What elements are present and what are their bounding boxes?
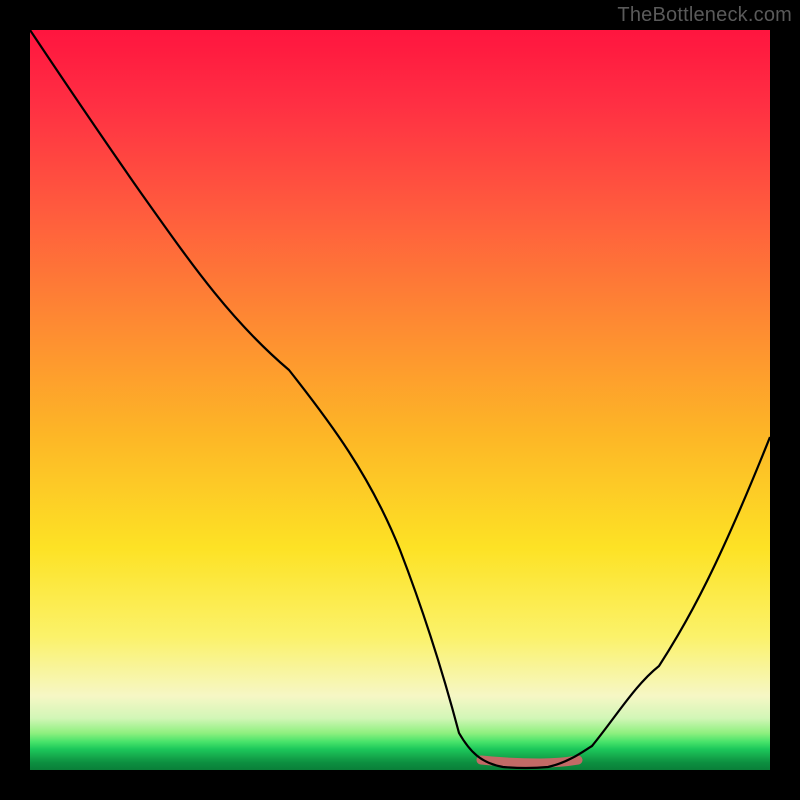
bottleneck-curve (30, 30, 770, 770)
curve-path (30, 30, 770, 768)
chart-frame: TheBottleneck.com (0, 0, 800, 800)
watermark-label: TheBottleneck.com (617, 4, 792, 27)
plot-area (30, 30, 770, 770)
